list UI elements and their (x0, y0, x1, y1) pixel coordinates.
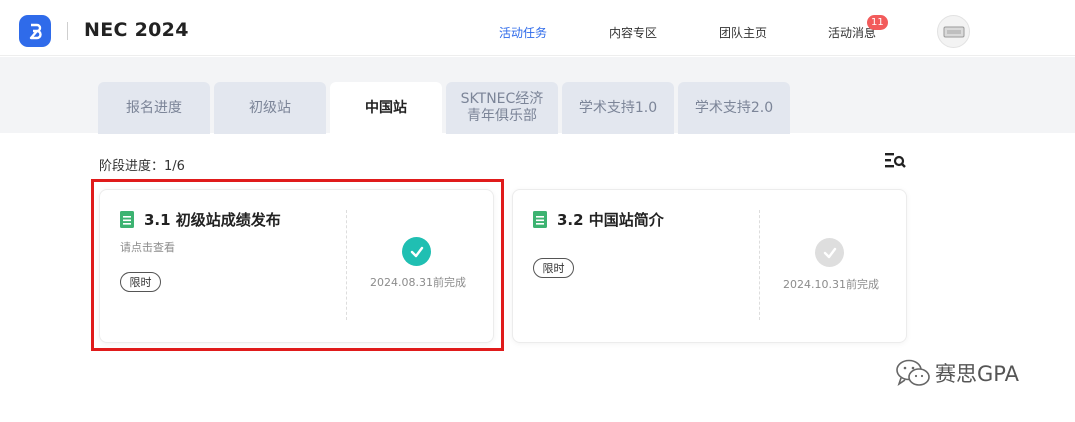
card-divider (346, 210, 347, 320)
tab-academic-support-1[interactable]: 学术支持1.0 (562, 82, 674, 134)
wechat-icon (896, 359, 930, 386)
task-deadline: 2024.10.31前完成 (783, 278, 879, 291)
document-icon (120, 211, 134, 228)
nav-activity-tasks[interactable]: 活动任务 (499, 24, 547, 41)
tab-registration-progress[interactable]: 报名进度 (98, 82, 210, 134)
user-avatar[interactable] (937, 15, 970, 48)
tab-sktnec-label-line2: 青年俱乐部 (467, 108, 537, 124)
brand-logo-icon[interactable] (19, 15, 51, 47)
task-card-header: 3.1 初级站成绩发布 (120, 209, 281, 230)
logo-divider (67, 22, 68, 40)
task-deadline: 2024.08.31前完成 (370, 276, 466, 289)
limited-time-tag: 限时 (120, 272, 161, 292)
stage-progress: 阶段进度：1/6 (99, 155, 185, 174)
brand-title: NEC 2024 (84, 19, 189, 41)
tab-academic-support-2[interactable]: 学术支持2.0 (678, 82, 790, 134)
task-subtitle: 请点击查看 (120, 241, 175, 254)
stage-progress-label: 阶段进度： (99, 159, 165, 174)
stage-progress-value: 1/6 (164, 159, 185, 174)
task-card-china-intro[interactable]: 3.2 中国站简介 限时 2024.10.31前完成 (512, 189, 907, 343)
filter-search-icon[interactable] (884, 151, 906, 169)
tab-china-station[interactable]: 中国站 (330, 82, 442, 134)
completed-check-icon (402, 237, 431, 266)
task-title: 3.2 中国站简介 (557, 211, 664, 229)
top-header: NEC 2024 活动任务 内容专区 团队主页 活动消息 11 (0, 0, 1075, 56)
tab-sktnec-youth-club[interactable]: SKTNEC经济 青年俱乐部 (446, 82, 558, 134)
task-card-primary-results[interactable]: 3.1 初级站成绩发布 请点击查看 限时 2024.08.31前完成 (99, 189, 494, 343)
watermark-text: 赛思GPA (935, 362, 1019, 386)
limited-time-tag: 限时 (533, 258, 574, 278)
tab-primary-station[interactable]: 初级站 (214, 82, 326, 134)
task-card-header: 3.2 中国站简介 (533, 209, 664, 230)
task-title: 3.1 初级站成绩发布 (144, 211, 281, 229)
card-divider (759, 210, 760, 320)
message-count-badge: 11 (867, 15, 888, 30)
tab-sktnec-label-line1: SKTNEC经济 (460, 91, 544, 107)
document-icon (533, 211, 547, 228)
avatar-image-icon (943, 26, 964, 37)
nav-content-zone[interactable]: 内容专区 (609, 24, 657, 41)
watermark: 赛思GPA (895, 358, 1019, 388)
pending-check-icon (815, 238, 844, 267)
nav-team-home[interactable]: 团队主页 (719, 24, 767, 41)
